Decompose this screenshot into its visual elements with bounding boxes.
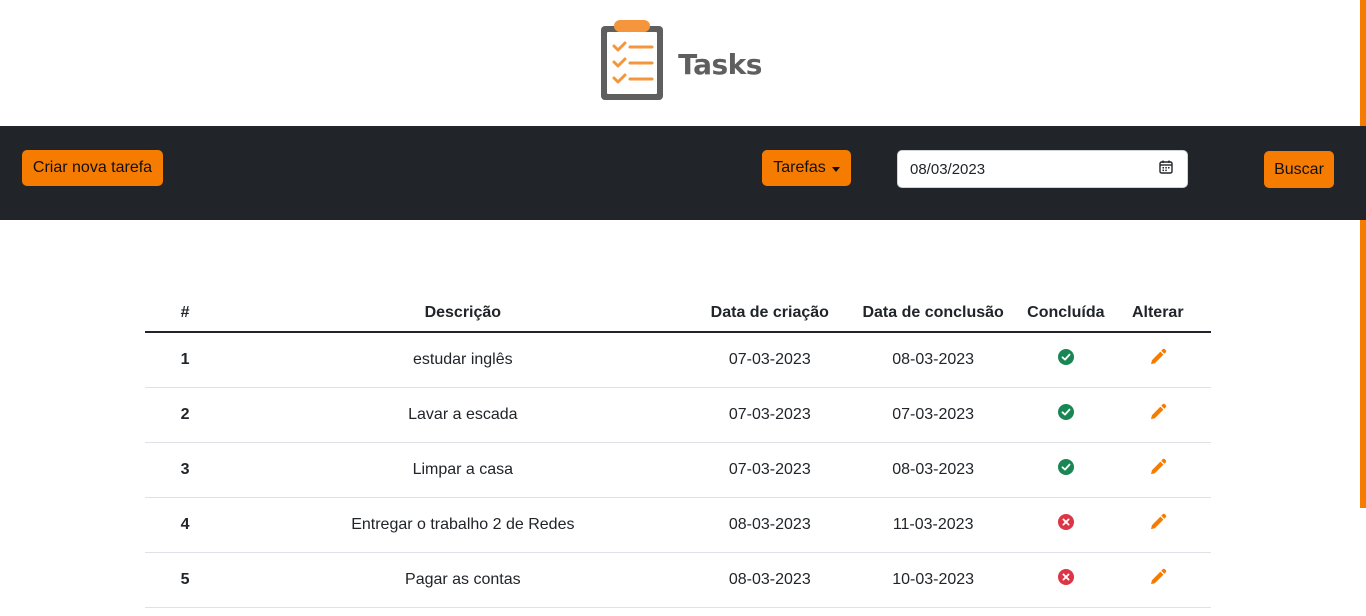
date-value: 08/03/2023 bbox=[910, 160, 986, 178]
pencil-icon[interactable] bbox=[1149, 568, 1167, 591]
app-logo[interactable]: Tasks bbox=[598, 19, 762, 108]
task-number: 3 bbox=[145, 442, 226, 498]
header-completed: Concluída bbox=[1027, 294, 1105, 333]
header-edit: Alterar bbox=[1104, 294, 1211, 333]
check-circle-icon bbox=[1057, 404, 1074, 425]
task-edit-cell bbox=[1104, 387, 1211, 443]
table-header-row: # Descrição Data de criação Data de conc… bbox=[145, 294, 1211, 333]
tasks-table-body: 1 estudar inglês 07-03-2023 08-03-2023 2… bbox=[145, 332, 1211, 608]
pencil-icon[interactable] bbox=[1149, 513, 1167, 536]
check-circle-icon bbox=[1057, 349, 1074, 370]
task-description: Lavar a escada bbox=[225, 387, 701, 443]
tasks-table: # Descrição Data de criação Data de conc… bbox=[145, 294, 1211, 608]
task-number: 5 bbox=[145, 552, 226, 608]
task-description: Limpar a casa bbox=[225, 442, 701, 498]
task-number: 4 bbox=[145, 497, 226, 553]
create-task-button[interactable]: Criar nova tarefa bbox=[22, 150, 163, 186]
logo-header: Tasks bbox=[0, 0, 1366, 126]
task-status-cell bbox=[1027, 442, 1105, 498]
task-completion-date: 08-03-2023 bbox=[839, 442, 1028, 498]
header-description: Descrição bbox=[225, 294, 701, 333]
task-created-date: 07-03-2023 bbox=[700, 332, 840, 388]
task-created-date: 07-03-2023 bbox=[700, 387, 840, 443]
task-completion-date: 10-03-2023 bbox=[839, 552, 1028, 608]
pencil-icon[interactable] bbox=[1149, 348, 1167, 371]
task-status-cell bbox=[1027, 332, 1105, 388]
x-circle-icon bbox=[1057, 514, 1074, 535]
task-status-cell bbox=[1027, 552, 1105, 608]
table-row: 1 estudar inglês 07-03-2023 08-03-2023 bbox=[145, 332, 1211, 388]
task-description: Pagar as contas bbox=[225, 552, 701, 608]
task-description: Entregar o trabalho 2 de Redes bbox=[225, 497, 701, 553]
scrollbar-accent[interactable] bbox=[1360, 0, 1366, 508]
task-edit-cell bbox=[1104, 332, 1211, 388]
header-number: # bbox=[145, 294, 226, 333]
toolbar: Criar nova tarefa Tarefas 08/03/2023 Bus… bbox=[0, 126, 1366, 220]
tasks-dropdown-button[interactable]: Tarefas bbox=[762, 150, 851, 186]
x-circle-icon bbox=[1057, 569, 1074, 590]
table-row: 4 Entregar o trabalho 2 de Redes 08-03-2… bbox=[145, 497, 1211, 553]
tasks-dropdown-label: Tarefas bbox=[773, 159, 826, 176]
tasks-table-container: # Descrição Data de criação Data de conc… bbox=[145, 294, 1211, 608]
table-row: 2 Lavar a escada 07-03-2023 07-03-2023 bbox=[145, 387, 1211, 443]
check-circle-icon bbox=[1057, 459, 1074, 480]
task-description: estudar inglês bbox=[225, 332, 701, 388]
logo-text: Tasks bbox=[678, 47, 762, 81]
task-completion-date: 07-03-2023 bbox=[839, 387, 1028, 443]
task-edit-cell bbox=[1104, 552, 1211, 608]
calendar-icon[interactable] bbox=[1159, 160, 1173, 179]
caret-down-icon bbox=[831, 166, 840, 172]
pencil-icon[interactable] bbox=[1149, 458, 1167, 481]
task-number: 2 bbox=[145, 387, 226, 443]
search-button[interactable]: Buscar bbox=[1264, 151, 1334, 188]
header-completion-date: Data de conclusão bbox=[839, 294, 1028, 333]
header-created-date: Data de criação bbox=[700, 294, 840, 333]
task-edit-cell bbox=[1104, 442, 1211, 498]
clipboard-checklist-icon bbox=[598, 19, 666, 108]
task-created-date: 08-03-2023 bbox=[700, 497, 840, 553]
task-status-cell bbox=[1027, 497, 1105, 553]
table-row: 5 Pagar as contas 08-03-2023 10-03-2023 bbox=[145, 552, 1211, 608]
task-completion-date: 11-03-2023 bbox=[839, 497, 1028, 553]
task-status-cell bbox=[1027, 387, 1105, 443]
table-row: 3 Limpar a casa 07-03-2023 08-03-2023 bbox=[145, 442, 1211, 498]
task-completion-date: 08-03-2023 bbox=[839, 332, 1028, 388]
pencil-icon[interactable] bbox=[1149, 403, 1167, 426]
task-number: 1 bbox=[145, 332, 226, 388]
task-created-date: 07-03-2023 bbox=[700, 442, 840, 498]
date-input[interactable]: 08/03/2023 bbox=[897, 150, 1188, 188]
task-edit-cell bbox=[1104, 497, 1211, 553]
task-created-date: 08-03-2023 bbox=[700, 552, 840, 608]
